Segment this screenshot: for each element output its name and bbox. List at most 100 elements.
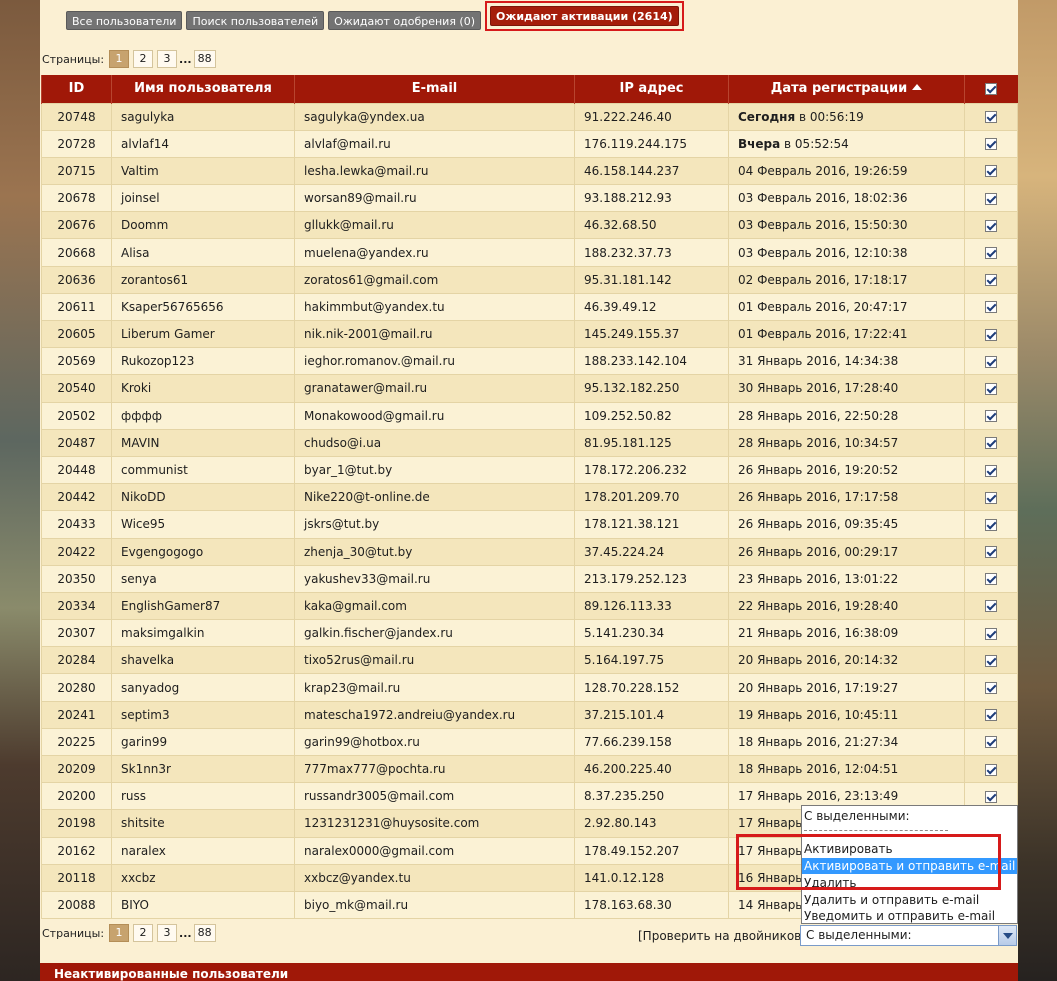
tab-awaiting-approval[interactable]: Ожидают одобрения (0) xyxy=(328,10,482,30)
cell-username[interactable]: communist xyxy=(111,455,295,485)
page-link-last[interactable]: 88 xyxy=(193,50,216,68)
row-checkbox[interactable] xyxy=(985,464,997,477)
tab-search-users[interactable]: Поиск пользователей xyxy=(186,10,325,30)
row-checkbox[interactable] xyxy=(985,355,997,368)
cell-username[interactable]: naralex xyxy=(111,836,295,865)
row-checkbox[interactable] xyxy=(985,654,997,667)
date-value: 28 Январь 2016, 10:34:57 xyxy=(738,435,899,450)
row-checkbox[interactable] xyxy=(985,709,997,722)
page-link-2[interactable]: 2 xyxy=(133,50,154,68)
page-link-3[interactable]: 3 xyxy=(157,50,178,68)
cell-username[interactable]: BIYO xyxy=(111,890,295,920)
cell-username[interactable]: senya xyxy=(111,564,295,593)
cell-username[interactable]: shitsite xyxy=(111,809,295,838)
column-header-email[interactable]: E-mail xyxy=(294,75,575,103)
column-header-id[interactable]: ID xyxy=(41,75,112,103)
row-checkbox[interactable] xyxy=(985,437,997,450)
page-link-2[interactable]: 2 xyxy=(133,924,154,942)
dropdown-option-notify-send-email[interactable]: Уведомить и отправить e-mail xyxy=(802,908,1017,924)
column-header-registration-date[interactable]: Дата регистрации xyxy=(728,75,965,103)
date-relative: Вчера xyxy=(738,136,781,151)
bulk-action-select[interactable]: С выделенными: xyxy=(800,925,1017,946)
dropdown-option-delete[interactable]: Удалить xyxy=(802,875,1017,891)
cell-id: 20433 xyxy=(41,510,112,539)
row-checkbox[interactable] xyxy=(985,410,997,423)
row-checkbox[interactable] xyxy=(985,192,997,205)
row-checkbox[interactable] xyxy=(985,328,997,341)
cell-username[interactable]: Valtim xyxy=(111,156,295,186)
column-header-username[interactable]: Имя пользователя xyxy=(111,75,295,103)
page-link-1[interactable]: 1 xyxy=(109,50,130,68)
row-checkbox[interactable] xyxy=(985,682,997,695)
row-checkbox[interactable] xyxy=(985,301,997,314)
row-checkbox[interactable] xyxy=(985,627,997,640)
page-link-last[interactable]: 88 xyxy=(193,924,216,942)
cell-username[interactable]: joinsel xyxy=(111,184,295,213)
cell-id: 20200 xyxy=(41,782,112,811)
date-value: 03 Февраль 2016, 18:02:36 xyxy=(738,191,908,206)
cell-username[interactable]: zorantos61 xyxy=(111,265,295,294)
row-checkbox[interactable] xyxy=(985,491,997,504)
select-all-checkbox[interactable] xyxy=(985,82,998,95)
cell-email: tixo52rus@mail.ru xyxy=(294,646,575,675)
cell-username[interactable]: sagulyka xyxy=(111,102,295,131)
check-duplicates-link[interactable]: [Проверить на двойников] xyxy=(638,929,806,943)
row-checkbox[interactable] xyxy=(985,518,997,531)
cell-username[interactable]: NikoDD xyxy=(111,483,295,512)
row-checkbox[interactable] xyxy=(985,274,997,287)
cell-username[interactable]: alvlaf14 xyxy=(111,129,295,158)
table-header-row: ID Имя пользователя E-mail IP адрес Дата… xyxy=(41,75,1018,103)
row-checkbox[interactable] xyxy=(985,546,997,559)
cell-username[interactable]: Kroki xyxy=(111,374,295,403)
row-checkbox[interactable] xyxy=(985,573,997,586)
cell-username[interactable]: sanyadog xyxy=(111,673,295,702)
cell-select xyxy=(964,537,1018,566)
row-checkbox[interactable] xyxy=(985,165,997,178)
table-row: 20611 Ksaper56765656 hakimmbut@yandex.tu 46… xyxy=(41,292,1018,322)
cell-username[interactable]: EnglishGamer87 xyxy=(111,591,295,621)
row-checkbox[interactable] xyxy=(985,382,997,395)
page-link-1[interactable]: 1 xyxy=(109,924,130,942)
cell-username[interactable]: Evgengogogo xyxy=(111,537,295,566)
date-value: 23 Январь 2016, 13:01:22 xyxy=(738,571,899,586)
row-checkbox[interactable] xyxy=(985,736,997,749)
row-checkbox[interactable] xyxy=(985,247,997,260)
row-checkbox[interactable] xyxy=(985,600,997,613)
row-checkbox[interactable] xyxy=(985,138,997,151)
cell-username[interactable]: фффф xyxy=(111,401,295,430)
row-checkbox[interactable] xyxy=(985,111,997,124)
page-link-3[interactable]: 3 xyxy=(157,924,178,942)
dropdown-option-activate[interactable]: Активировать xyxy=(802,841,1017,857)
tab-awaiting-activation[interactable]: Ожидают активации (2614) xyxy=(490,6,679,26)
dropdown-option-delete-send-email[interactable]: Удалить и отправить e-mail xyxy=(802,892,1017,908)
cell-username[interactable]: russ xyxy=(111,782,295,811)
cell-select xyxy=(964,619,1018,648)
cell-username[interactable]: Sk1nn3r xyxy=(111,754,295,784)
column-header-ip[interactable]: IP адрес xyxy=(574,75,729,103)
cell-registration-date: 31 Январь 2016, 14:34:38 xyxy=(728,347,965,376)
cell-email: galkin.fischer@jandex.ru xyxy=(294,619,575,648)
cell-username[interactable]: Rukozop123 xyxy=(111,347,295,376)
row-checkbox[interactable] xyxy=(985,219,997,232)
row-checkbox[interactable] xyxy=(985,790,997,803)
cell-username[interactable]: MAVIN xyxy=(111,428,295,457)
row-checkbox[interactable] xyxy=(985,763,997,776)
cell-username[interactable]: xxcbz xyxy=(111,863,295,892)
dropdown-option-with-selected[interactable]: С выделенными: xyxy=(802,808,1017,824)
cell-username[interactable]: maksimgalkin xyxy=(111,619,295,648)
cell-username[interactable]: garin99 xyxy=(111,727,295,757)
table-row: 20433 Wice95 jskrs@tut.by 178.121.38.121 26 … xyxy=(41,510,1018,539)
cell-username[interactable]: septim3 xyxy=(111,700,295,729)
cell-username[interactable]: Wice95 xyxy=(111,510,295,539)
dropdown-option-activate-send-email[interactable]: Активировать и отправить e-mail xyxy=(802,858,1017,874)
cell-username[interactable]: Liberum Gamer xyxy=(111,319,295,349)
tab-all-users[interactable]: Все пользователи xyxy=(66,10,183,30)
cell-username[interactable]: shavelka xyxy=(111,646,295,675)
cell-email: xxbcz@yandex.tu xyxy=(294,863,575,892)
chevron-down-icon[interactable] xyxy=(998,926,1016,945)
table-row: 20540 Kroki granatawer@mail.ru 95.132.182.2… xyxy=(41,374,1018,403)
cell-ip: 5.164.197.75 xyxy=(574,646,729,675)
cell-username[interactable]: Alisa xyxy=(111,238,295,267)
cell-username[interactable]: Doomm xyxy=(111,211,295,240)
cell-username[interactable]: Ksaper56765656 xyxy=(111,292,295,322)
